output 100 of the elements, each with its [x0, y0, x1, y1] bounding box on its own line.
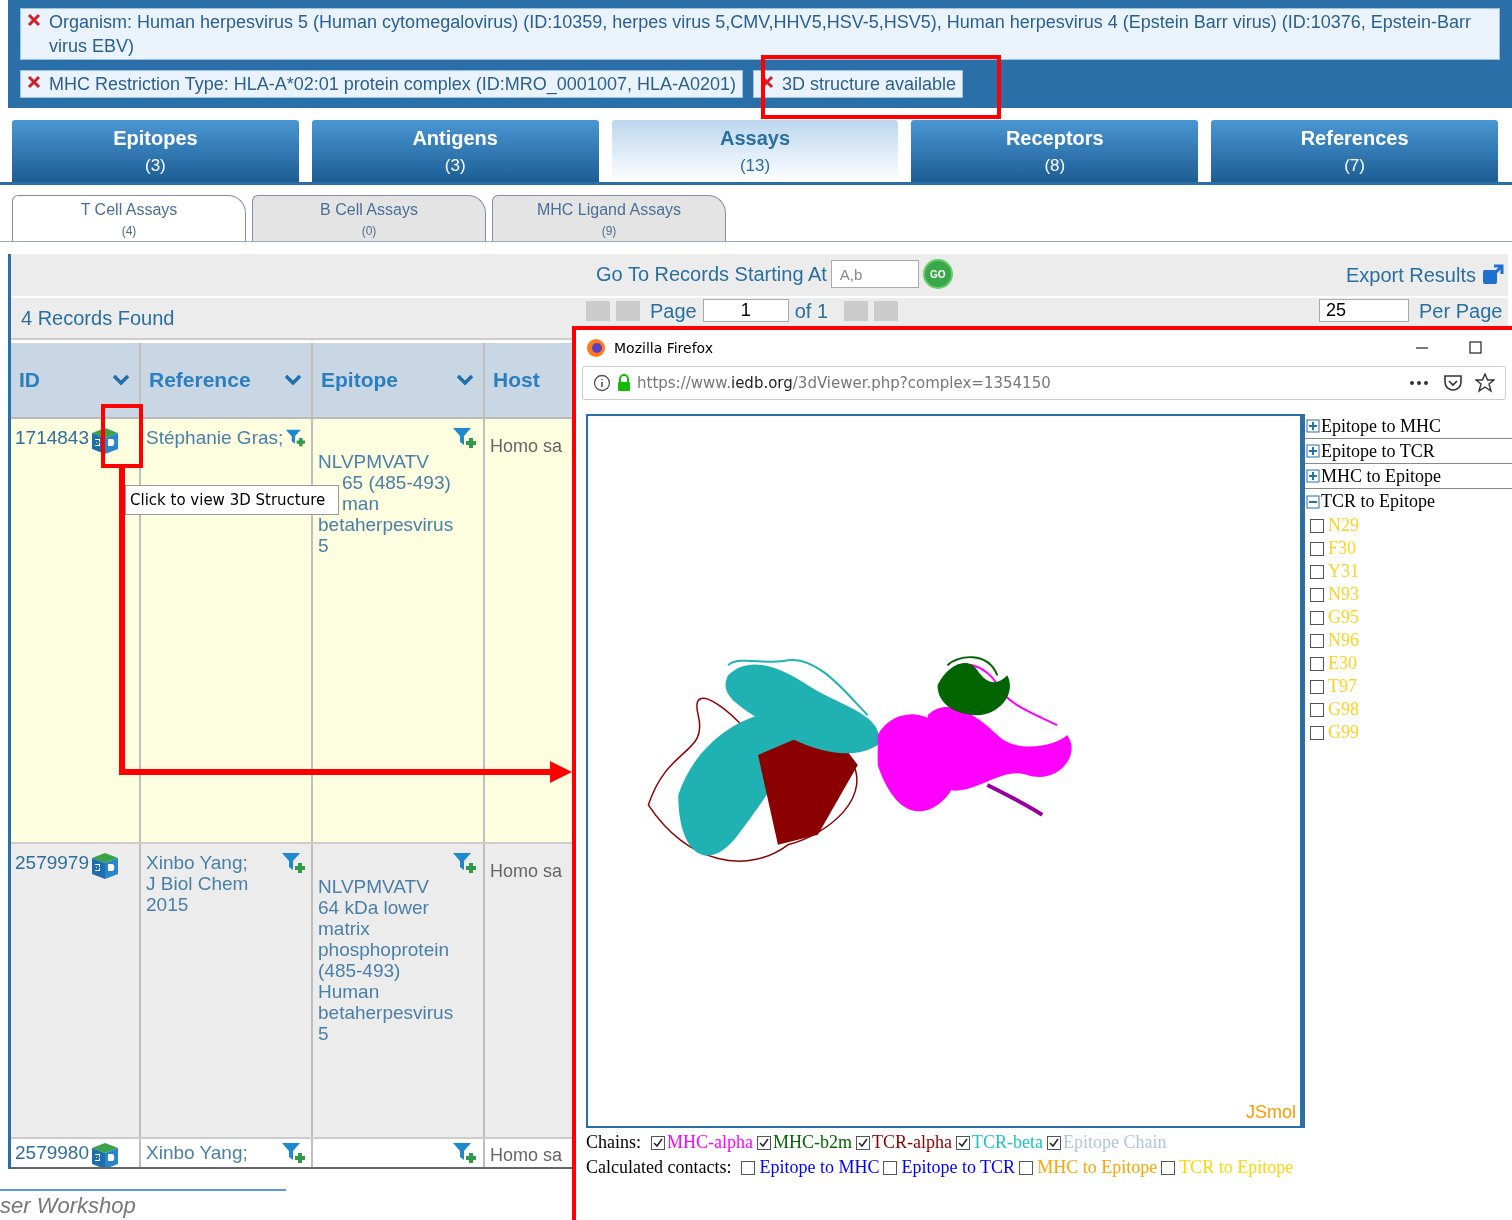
accordion-header[interactable]: Epitope to MHC — [1305, 414, 1512, 439]
filter-chip[interactable]: 3D structure available — [753, 70, 964, 98]
checkbox[interactable] — [956, 1135, 970, 1150]
residue-label: F30 — [1328, 537, 1356, 560]
per-page-label: Per Page — [1419, 299, 1503, 322]
filter-add-icon[interactable] — [452, 852, 478, 874]
checkbox[interactable] — [1310, 587, 1324, 602]
expand-icon[interactable] — [1306, 444, 1320, 458]
checkbox[interactable] — [1310, 633, 1324, 648]
more-icon[interactable] — [1409, 380, 1429, 386]
checkbox[interactable] — [1310, 610, 1324, 625]
checkbox[interactable] — [1047, 1135, 1061, 1150]
filter-add-icon[interactable] — [281, 852, 307, 874]
residue-label: G98 — [1328, 698, 1359, 721]
checkbox[interactable] — [757, 1135, 771, 1150]
chain-label: TCR-alpha — [872, 1131, 952, 1154]
table-cell-text: Xinbo Yang; — [146, 1142, 249, 1163]
contact-label: Epitope to MHC — [759, 1156, 880, 1179]
goto-input[interactable]: A,b — [830, 260, 919, 288]
table-cell: Stéphanie Gras; — [146, 427, 284, 448]
checkbox[interactable] — [1310, 702, 1324, 717]
chevron-down-icon[interactable] — [283, 373, 303, 387]
remove-icon[interactable] — [27, 75, 41, 89]
column-header[interactable]: ID — [19, 364, 40, 396]
chain-label: MHC-alpha — [667, 1131, 753, 1154]
accordion-header[interactable]: Epitope to TCR — [1305, 439, 1512, 464]
tab[interactable]: Receptors (8) — [911, 120, 1199, 182]
checkbox[interactable] — [1310, 725, 1324, 740]
table-cell: 2579979 — [15, 852, 89, 873]
cube-3d-icon[interactable] — [90, 427, 119, 455]
filter-label: MHC Restriction Type: HLA-A*02:01 protein complex (ID:MRO_0001007, HLA-A0201) — [49, 73, 736, 96]
export-link[interactable]: Export Results — [1345, 260, 1476, 290]
chain-label: Epitope Chain — [1063, 1131, 1167, 1154]
residue-label: G95 — [1328, 606, 1359, 629]
cube-3d-icon[interactable] — [90, 852, 119, 880]
tab[interactable]: Assays (13) — [611, 120, 899, 182]
url-text[interactable]: https://www.iedb.org/3dViewer.php?complex=1354150 — [637, 371, 1051, 395]
residue-label: Y31 — [1328, 560, 1359, 583]
chain-label: MHC-b2m — [773, 1131, 852, 1154]
column-header[interactable]: Epitope — [321, 364, 398, 396]
page-input[interactable]: 1 — [702, 299, 789, 322]
accordion-header[interactable]: MHC to Epitope — [1305, 464, 1512, 489]
remove-icon[interactable] — [27, 13, 41, 27]
viewer-label: JSmol — [1246, 1101, 1296, 1124]
per-page-select[interactable]: 25 — [1319, 299, 1409, 322]
page-total: of 1 — [794, 299, 829, 322]
checkbox[interactable] — [1019, 1160, 1034, 1175]
chevron-down-icon[interactable] — [455, 373, 475, 387]
checkbox[interactable] — [741, 1160, 756, 1175]
checkbox[interactable] — [1310, 656, 1324, 671]
table-cell-text: Xinbo Yang; J Biol Chem 2015 — [146, 852, 250, 915]
table-cell: Homo sa — [490, 436, 563, 456]
chevron-down-icon[interactable] — [111, 373, 131, 387]
maximize-icon[interactable] — [1468, 340, 1484, 356]
address-bar[interactable]: https://www.iedb.org/3dViewer.php?complex=1354150 — [582, 366, 1506, 400]
column-header[interactable]: Host — [493, 364, 540, 396]
goto-label: Go To Records Starting At — [596, 262, 827, 287]
checkbox[interactable] — [651, 1135, 665, 1150]
residue-label: G99 — [1328, 721, 1359, 744]
expand-icon[interactable] — [1306, 419, 1320, 433]
checkbox[interactable] — [1161, 1160, 1176, 1175]
subtab[interactable]: B Cell Assays (0) — [252, 195, 486, 241]
filter-add-icon[interactable] — [452, 1142, 478, 1164]
contacts-label: Calculated contacts: — [586, 1156, 732, 1179]
epitope-line: phosphoprotein — [318, 939, 449, 960]
external-link-icon[interactable] — [1482, 264, 1504, 286]
tab[interactable]: References (7) — [1211, 120, 1498, 182]
checkbox[interactable] — [1310, 679, 1324, 694]
subtab[interactable]: T Cell Assays (4) — [12, 195, 246, 241]
cube-3d-icon[interactable] — [90, 1142, 119, 1167]
filter-chip[interactable]: MHC Restriction Type: HLA-A*02:01 protein complex (ID:MRO_0001007, HLA-A0201) — [20, 70, 743, 98]
filter-add-icon[interactable] — [452, 427, 478, 449]
epitope-line: 5 — [318, 1023, 329, 1044]
info-icon[interactable] — [593, 374, 611, 392]
window-title: Mozilla Firefox — [614, 338, 714, 358]
epitope-line: NLVPMVATV — [318, 451, 429, 472]
accordion-header[interactable]: TCR to Epitope — [1305, 489, 1512, 514]
subtab[interactable]: MHC Ligand Assays (9) — [492, 195, 726, 241]
expand-icon[interactable] — [1306, 469, 1320, 483]
checkbox[interactable] — [1310, 518, 1324, 533]
tab[interactable]: Antigens (3) — [311, 120, 599, 182]
records-count: 4 Records Found — [21, 306, 175, 331]
go-button[interactable]: GO — [922, 259, 953, 289]
filter-add-icon[interactable] — [281, 1142, 307, 1164]
epitope-line: 5 — [318, 535, 329, 556]
column-header[interactable]: Reference — [149, 364, 251, 396]
collapse-icon[interactable] — [1306, 494, 1320, 509]
residue-label: E30 — [1328, 652, 1357, 675]
lock-icon[interactable] — [617, 374, 631, 392]
shield-icon[interactable] — [1443, 374, 1463, 392]
tab[interactable]: Epitopes (3) — [12, 120, 299, 182]
checkbox[interactable] — [883, 1160, 898, 1175]
star-icon[interactable] — [1475, 373, 1495, 393]
epitope-line: matrix — [318, 918, 370, 939]
filter-add-icon[interactable] — [285, 427, 307, 449]
checkbox[interactable] — [856, 1135, 870, 1150]
checkbox[interactable] — [1310, 564, 1324, 579]
chain-label: TCR-beta — [972, 1131, 1043, 1154]
checkbox[interactable] — [1310, 541, 1324, 556]
epitope-line: Human — [318, 981, 380, 1002]
